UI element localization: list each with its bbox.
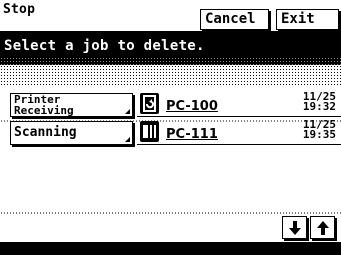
footer-bar <box>0 242 341 255</box>
job-type-button-scanning[interactable]: Scanning <box>10 121 133 145</box>
bottom-dotted-line <box>0 212 341 214</box>
arrow-up-icon <box>316 221 329 235</box>
scroll-up-button[interactable] <box>310 216 335 239</box>
job-type-button-printer-receiving[interactable]: Printer Receiving <box>10 93 133 117</box>
corner-marker <box>125 137 130 142</box>
job-row[interactable]: Scanning PC-111 11/25 19:35 <box>0 119 341 146</box>
row-underline <box>137 116 341 117</box>
job-list: Printer Receiving PC-100 11/25 19:32 Sca… <box>0 86 341 208</box>
exit-button[interactable]: Exit <box>276 9 339 30</box>
cancel-button[interactable]: Cancel <box>200 9 269 30</box>
scanner-icon <box>140 121 159 142</box>
dotted-band <box>0 65 341 86</box>
arrow-down-icon <box>288 221 301 235</box>
job-timestamp: 11/25 19:32 <box>302 91 336 113</box>
job-type-line2: Receiving <box>14 104 74 117</box>
job-time: 19:32 <box>302 100 336 113</box>
job-time: 19:35 <box>302 128 336 141</box>
scroll-down-button[interactable] <box>282 216 307 239</box>
job-row[interactable]: Printer Receiving PC-100 11/25 19:32 <box>0 91 341 122</box>
job-sender-name: PC-111 <box>166 127 218 142</box>
job-timestamp: 11/25 19:35 <box>302 119 336 141</box>
job-sender-name: PC-100 <box>166 99 218 114</box>
job-type-label: Scanning <box>14 125 77 140</box>
page-title: Stop <box>3 2 36 17</box>
printer-receive-icon <box>140 93 159 114</box>
row-underline <box>137 144 341 145</box>
instruction-message: Select a job to delete. <box>4 38 205 54</box>
corner-marker <box>125 109 130 114</box>
